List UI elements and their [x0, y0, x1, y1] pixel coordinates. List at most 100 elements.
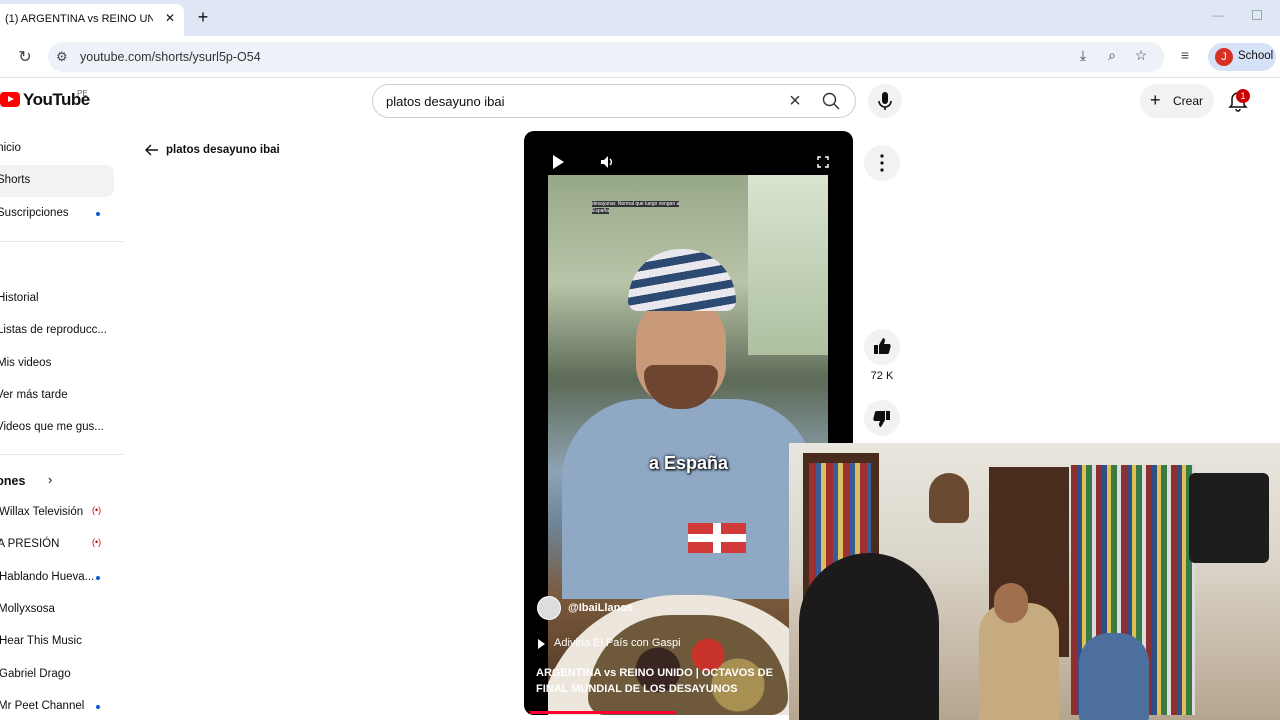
like-button[interactable] — [864, 329, 900, 365]
volume-icon[interactable] — [594, 149, 620, 175]
subscriptions-heading[interactable]: Suscripciones › — [0, 465, 114, 497]
browser-tab-bar: (1) ARGENTINA vs REINO UNIDO ✕ + — — [0, 0, 1280, 36]
install-app-icon[interactable]: ⤓ — [1074, 47, 1092, 65]
subscription-item[interactable]: Hear This Music — [0, 626, 114, 658]
zoom-icon[interactable]: ⌕ — [1103, 47, 1121, 65]
voice-search-button[interactable] — [868, 84, 902, 118]
live-icon: (•) — [92, 537, 102, 547]
search-query[interactable]: platos desayuno ibai — [386, 94, 505, 109]
subscription-item[interactable]: LA PRESIÓN (•) — [0, 529, 114, 561]
sidebar-item-label: Mis videos — [0, 357, 52, 369]
chair — [1079, 633, 1149, 720]
minimize-icon[interactable]: — — [1212, 8, 1226, 24]
sidebar-item-playlists[interactable]: Listas de reproducc... — [0, 315, 114, 347]
section-heading: Suscripciones — [0, 474, 26, 488]
subscription-item[interactable]: Willax Televisión (•) — [0, 497, 114, 529]
webcam-overlay — [789, 443, 1280, 720]
video-frame: desayunar. Normal que luego vengan a Esp… — [548, 175, 828, 715]
sidebar-item-label: Inicio — [0, 142, 21, 154]
subscription-item[interactable]: Mr Peet Channel — [0, 691, 114, 723]
video-background — [748, 175, 828, 355]
address-bar[interactable]: ⚙ youtube.com/shorts/ysurl5p-O54 — [48, 42, 1164, 72]
burned-in-caption: desayunar. Normal que luego vengan a Esp… — [592, 201, 680, 214]
striped-hat — [628, 249, 736, 311]
browser-toolbar: ↻ ⚙ youtube.com/shorts/ysurl5p-O54 ⤓ ⌕ ☆… — [0, 36, 1280, 78]
avatar: J — [1215, 48, 1233, 66]
close-tab-icon[interactable]: ✕ — [162, 10, 178, 26]
sidebar-item-historial[interactable]: Historial — [0, 283, 114, 315]
sidebar-item-label: Videos que me gus... — [0, 421, 104, 433]
more-vertical-icon — [880, 154, 884, 172]
speaker — [1189, 473, 1269, 563]
sidebar-item-watch-later[interactable]: Ver más tarde — [0, 380, 114, 412]
channel-avatar[interactable] — [537, 596, 561, 620]
thumbs-down-icon — [873, 411, 890, 427]
subscription-item[interactable]: Mollyxsosa — [0, 594, 114, 626]
live-icon: (•) — [92, 505, 102, 515]
divider — [0, 241, 124, 242]
search-icon[interactable] — [821, 91, 841, 111]
play-arrow-icon — [538, 639, 545, 649]
dislike-button[interactable] — [864, 400, 900, 436]
new-content-dot — [96, 212, 100, 216]
maximize-icon[interactable] — [1252, 10, 1262, 20]
chevron-right-icon: › — [48, 472, 53, 487]
region-code: PE — [77, 89, 88, 98]
subscription-item[interactable]: Hablando Hueva... — [0, 562, 114, 594]
sidebar-item-label: Suscripciones — [0, 207, 69, 219]
arrow-left-icon — [145, 144, 158, 156]
new-content-dot — [96, 705, 100, 709]
channel-name: Gabriel Drago — [0, 668, 71, 680]
sidebar-item-label: Historial — [0, 292, 39, 304]
new-content-dot — [96, 576, 100, 580]
seated-person-head — [994, 583, 1028, 623]
more-options-button[interactable] — [864, 145, 900, 181]
url-text[interactable]: youtube.com/shorts/ysurl5p-O54 — [80, 50, 261, 64]
play-icon[interactable] — [544, 149, 570, 175]
like-count: 72 K — [870, 370, 894, 382]
create-button[interactable]: + Crear — [1140, 84, 1214, 118]
microphone-icon — [878, 92, 892, 110]
sidebar-item-suscripciones[interactable]: Suscripciones — [0, 198, 114, 230]
profile-label: School — [1238, 50, 1274, 62]
deer-trophy — [929, 473, 969, 523]
media-control-icon[interactable]: ≡ — [1176, 47, 1194, 65]
channel-name: Mr Peet Channel — [0, 700, 85, 712]
notification-badge: 1 — [1236, 89, 1250, 103]
playlist-label: Adivina El País con Gaspi — [554, 637, 681, 649]
channel-name: Hablando Hueva... — [0, 571, 95, 583]
channel-name: Mollyxsosa — [0, 603, 55, 615]
sidebar-item-shorts[interactable]: Shorts — [0, 165, 114, 197]
channel-name: Hear This Music — [0, 635, 82, 647]
search-input[interactable]: platos desayuno ibai × — [372, 84, 856, 118]
union-jack-graphic — [688, 523, 746, 553]
foreground-person — [799, 553, 939, 720]
back-link-label: platos desayuno ibai — [166, 144, 280, 156]
video-title[interactable]: ARGENTINA vs REINO UNIDO | OCTAVOS DE FI… — [536, 665, 806, 697]
sidebar-item-inicio[interactable]: Inicio — [0, 133, 114, 165]
profile-button[interactable]: J School — [1208, 43, 1276, 71]
channel-name: Willax Televisión — [0, 506, 84, 518]
fullscreen-icon[interactable] — [810, 149, 836, 175]
site-info-icon[interactable]: ⚙ — [56, 49, 68, 65]
plus-icon: + — [1150, 90, 1161, 110]
video-person-shirt — [562, 399, 814, 599]
reload-icon[interactable]: ↻ — [16, 47, 34, 66]
video-progress-bar[interactable] — [530, 711, 676, 714]
divider — [0, 454, 124, 455]
thumbs-up-icon — [874, 338, 891, 354]
sidebar-item-label: Ver más tarde — [0, 389, 68, 401]
youtube-logo[interactable]: YouTube PE — [0, 88, 90, 112]
channel-handle[interactable]: @IbaiLlanos — [568, 602, 633, 614]
sidebar-item-liked-videos[interactable]: Videos que me gus... — [0, 412, 114, 444]
sidebar-item-my-videos[interactable]: Mis videos — [0, 348, 114, 380]
tab-title: (1) ARGENTINA vs REINO UNIDO — [5, 13, 153, 25]
browser-tab[interactable]: (1) ARGENTINA vs REINO UNIDO ✕ — [0, 4, 184, 36]
clear-search-icon[interactable]: × — [785, 91, 805, 111]
subscription-item[interactable]: Gabriel Drago — [0, 659, 114, 691]
create-label: Crear — [1173, 94, 1204, 108]
new-tab-button[interactable]: + — [194, 8, 212, 26]
youtube-play-icon — [0, 92, 20, 107]
bookmark-star-icon[interactable]: ☆ — [1132, 47, 1150, 65]
channel-name: LA PRESIÓN — [0, 538, 60, 550]
